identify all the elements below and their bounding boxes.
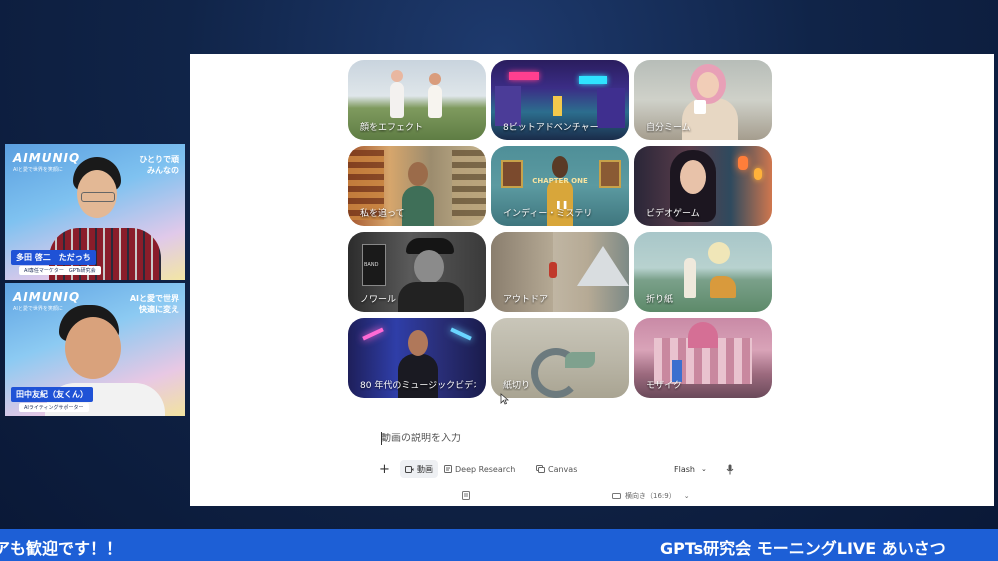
tagline: AIと愛で世界 快適に変え	[130, 293, 179, 315]
microphone-icon[interactable]	[726, 460, 737, 478]
brand-subtitle: AIと愛で世界を笑顔に	[13, 167, 63, 173]
tagline-line1: ひとりで頑	[139, 155, 179, 164]
neon-sign	[579, 76, 607, 84]
deep-research-label: Deep Research	[455, 464, 516, 474]
style-tile-8bit[interactable]: 8ビットアドベンチャー	[491, 60, 629, 140]
style-tile-mosaic[interactable]: モザイク	[634, 318, 772, 398]
paper-moon	[708, 242, 730, 264]
head-left	[391, 70, 403, 82]
deep-research-button[interactable]: Deep Research	[444, 460, 515, 478]
tagline-line1: AIと愛で世界	[129, 294, 179, 303]
aspect-ratio-label: 横向き（16:9）	[625, 492, 676, 500]
style-tile-indie-mystery[interactable]: CHAPTER ONE ❚❚ インディー・ミステリ	[491, 146, 629, 226]
style-tile-80s-music-video[interactable]: 80 年代のミュージックビデオ	[348, 318, 486, 398]
style-tile-video-game[interactable]: ビデオゲーム	[634, 146, 772, 226]
style-tile-label: ビデオゲーム	[646, 209, 700, 219]
figure-right	[428, 85, 442, 118]
person-body	[682, 98, 738, 140]
style-tile-label: アウトドア	[503, 295, 549, 305]
climber	[549, 262, 557, 278]
style-tile-label: 私を追って	[360, 209, 405, 219]
face	[552, 156, 568, 178]
stage-light	[450, 327, 472, 341]
lantern	[738, 156, 748, 170]
ticker-text-left: アも歓迎です！！	[0, 539, 123, 558]
video-tool-chip[interactable]: 動画	[400, 460, 438, 478]
presenter-role-tag: AIライティングサポーター	[19, 403, 89, 412]
brand-logo: AIMUNIQ	[13, 290, 81, 304]
style-tile-face-effect[interactable]: 顔をエフェクト	[348, 60, 486, 140]
stage-light	[362, 327, 384, 341]
noir-sign-text: BAND	[364, 262, 379, 268]
face	[414, 250, 444, 284]
chapter-one-text: CHAPTER ONE	[532, 177, 588, 186]
video-description-input[interactable]	[381, 433, 681, 444]
face	[680, 160, 706, 194]
canvas-icon	[536, 465, 545, 473]
presenter-name-tag: 田中友紀（友くん）	[11, 387, 93, 402]
person-body	[398, 354, 438, 398]
style-tile-label: インディー・ミステリ	[503, 209, 593, 219]
face	[408, 162, 428, 186]
style-tile-label: 自分ミーム	[646, 123, 691, 133]
frame-right	[599, 160, 621, 188]
prompt-composer: + 動画 Deep Research Canvas Flash ⌄ 横向き（16…	[366, 421, 752, 506]
camera-feed-1: AIMUNIQ AIと愛で世界を笑顔に ひとりで頑 みんなの 多田 啓二 ただっ…	[5, 144, 185, 280]
style-tile-label: ノワール	[360, 295, 397, 305]
news-ticker: アも歓迎です！！ GPTs研究会 モーニングLIVE あいさつ	[0, 529, 998, 561]
canvas-button[interactable]: Canvas	[536, 460, 577, 478]
style-tile-label: 紙切り	[503, 381, 531, 391]
presenter-face	[65, 317, 121, 379]
attachment-icon[interactable]	[462, 491, 470, 500]
mug	[694, 100, 706, 114]
model-selector[interactable]: Flash ⌄	[674, 460, 707, 478]
paper-leaf	[565, 352, 595, 368]
aspect-ratio-icon	[612, 493, 621, 499]
presenter-role-tag: AI専任マーケター GPTs研究会	[19, 266, 101, 275]
tagline-line2: みんなの	[147, 166, 179, 175]
tagline: ひとりで頑 みんなの	[139, 154, 179, 176]
style-tile-label: 8ビットアドベンチャー	[503, 123, 599, 133]
canvas-label: Canvas	[548, 464, 578, 474]
aspect-ratio-selector[interactable]: 横向き（16:9） ⌄	[612, 491, 690, 501]
composer-toolbar: + 動画 Deep Research Canvas Flash ⌄	[376, 460, 742, 478]
ticker-text-right: GPTs研究会 モーニングLIVE あいさつ	[660, 539, 946, 558]
text-caret	[381, 432, 382, 445]
style-tile-label: モザイク	[646, 381, 682, 391]
video-icon	[405, 465, 414, 473]
mountain	[577, 246, 629, 286]
style-tile-origami[interactable]: 折り紙	[634, 232, 772, 312]
model-label: Flash	[674, 464, 695, 474]
face	[697, 72, 719, 98]
chevron-down-icon: ⌄	[700, 465, 707, 473]
presenter-name-tag: 多田 啓二 ただっち	[11, 250, 96, 265]
pixel-hero	[553, 96, 562, 116]
chevron-down-icon: ⌄	[683, 492, 690, 500]
frame-left	[501, 160, 523, 188]
style-tile-label: 顔をエフェクト	[360, 123, 424, 133]
figure-left	[390, 82, 404, 118]
head-right	[429, 73, 441, 85]
neon-sign	[509, 72, 539, 80]
style-tile-label: 折り紙	[646, 295, 674, 305]
style-tile-label: 80 年代のミュージックビデオ	[360, 381, 476, 391]
style-tile-noir[interactable]: BAND ノワール	[348, 232, 486, 312]
deep-research-icon	[444, 465, 452, 473]
presenter-glasses	[81, 192, 115, 202]
style-tile-paper-cut[interactable]: 紙切り	[491, 318, 629, 398]
style-tile-outdoor[interactable]: アウトドア	[491, 232, 629, 312]
mouse-cursor-icon	[500, 393, 509, 405]
tagline-line2: 快適に変え	[139, 305, 179, 314]
lantern	[754, 168, 762, 180]
brand-logo: AIMUNIQ	[13, 151, 81, 165]
video-tool-label: 動画	[417, 464, 433, 474]
dome	[688, 322, 718, 348]
face	[408, 330, 428, 356]
camera-feed-2: AIMUNIQ AIと愛で世界を笑顔に AIと愛で世界 快適に変え 田中友紀（友…	[5, 283, 185, 416]
video-style-grid: 顔をエフェクト 8ビットアドベンチャー 自分ミーム 私を追って CHAPTER …	[348, 60, 772, 398]
brand-subtitle: AIと愛で世界を笑顔に	[13, 306, 63, 312]
style-tile-self-meme[interactable]: 自分ミーム	[634, 60, 772, 140]
add-icon[interactable]: +	[379, 460, 390, 478]
style-tile-follow-me[interactable]: 私を追って	[348, 146, 486, 226]
